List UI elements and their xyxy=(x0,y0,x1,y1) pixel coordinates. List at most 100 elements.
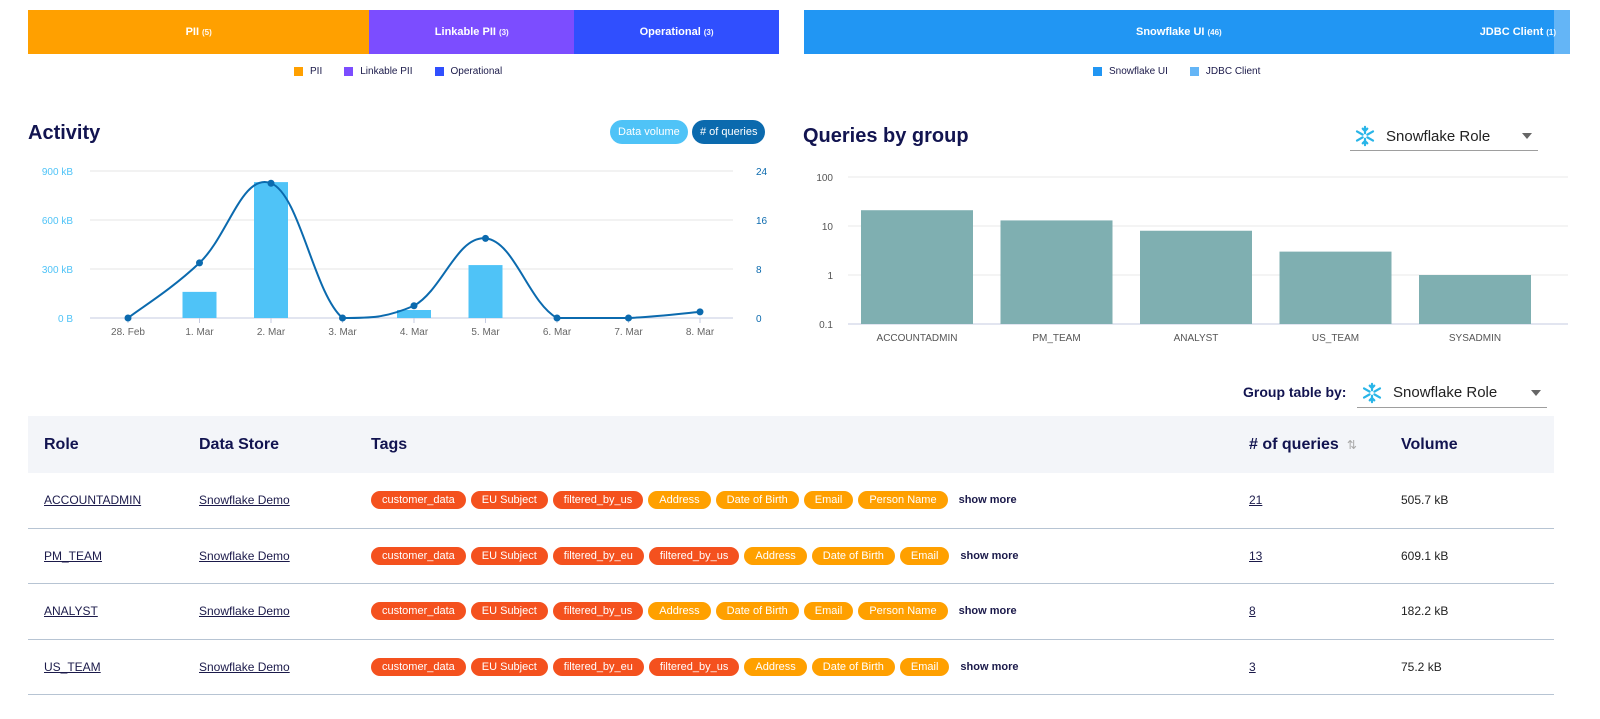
x-axis-label: 7. Mar xyxy=(614,327,643,338)
data-store-link[interactable]: Snowflake Demo xyxy=(199,604,290,618)
tag-chip[interactable]: Email xyxy=(803,491,854,510)
tag-chip[interactable]: filtered_by_us xyxy=(648,546,740,565)
client-legend: Snowflake UI JDBC Client xyxy=(1093,66,1260,77)
tag-chip[interactable]: Email xyxy=(899,546,950,565)
queries-point xyxy=(482,234,489,242)
data-store-cell: Snowflake Demo xyxy=(199,660,371,674)
tag-chip[interactable]: EU Subject xyxy=(470,657,548,676)
segment-label: Operational xyxy=(639,26,701,38)
tag-chip[interactable]: Address xyxy=(744,546,807,565)
data-store-link[interactable]: Snowflake Demo xyxy=(199,493,290,507)
queries-count-link[interactable]: 8 xyxy=(1249,604,1256,618)
show-more-link[interactable]: show more xyxy=(960,661,1018,673)
tag-chip[interactable]: Date of Birth xyxy=(715,491,799,510)
volume-cell: 75.2 kB xyxy=(1401,659,1442,674)
show-more-link[interactable]: show more xyxy=(960,550,1018,562)
group-dropdown[interactable]: Snowflake Role xyxy=(1350,122,1538,151)
tag-chip[interactable]: customer_data xyxy=(371,491,466,510)
tag-chip[interactable]: filtered_by_us xyxy=(552,602,644,621)
client-segment[interactable]: JDBC Client (1) xyxy=(1480,10,1570,54)
tags-cell: customer_data EU Subject filtered_by_eu fil… xyxy=(371,546,1249,565)
header-data-store[interactable]: Data Store xyxy=(199,436,371,454)
tag-chip[interactable]: Email xyxy=(899,657,950,676)
tag-chip[interactable]: Person Name xyxy=(858,491,948,510)
x-axis-label: US_TEAM xyxy=(1312,333,1359,344)
legend-item[interactable]: PII xyxy=(294,66,322,77)
tag-chip[interactable]: Date of Birth xyxy=(811,546,895,565)
legend-item[interactable]: Linkable PII xyxy=(344,66,413,77)
tag-chip[interactable]: Date of Birth xyxy=(715,602,799,621)
queries-count-link[interactable]: 21 xyxy=(1249,493,1262,507)
tag-chip[interactable]: Address xyxy=(648,602,711,621)
tag-chip[interactable]: Person Name xyxy=(858,602,948,621)
tag-chip[interactable]: filtered_by_eu xyxy=(552,657,644,676)
queries-point xyxy=(196,259,203,267)
queries-point xyxy=(267,179,275,187)
legend-item[interactable]: Snowflake UI xyxy=(1093,66,1168,77)
tag-chip[interactable]: Address xyxy=(744,657,807,676)
tag-chip[interactable]: filtered_by_eu xyxy=(552,546,644,565)
queries-point xyxy=(339,314,346,322)
role-link[interactable]: US_TEAM xyxy=(44,660,101,674)
y-axis-tick: 0.1 xyxy=(819,320,833,331)
segment-count: (1) xyxy=(1546,27,1557,37)
tag-chip[interactable]: customer_data xyxy=(371,546,466,565)
queries-cell: 8 xyxy=(1249,604,1401,618)
x-axis-label: 4. Mar xyxy=(400,327,429,338)
y-axis-tick: 100 xyxy=(816,173,833,184)
tags-cell: customer_data EU Subject filtered_by_us Add… xyxy=(371,602,1249,621)
header-volume[interactable]: Volume xyxy=(1401,436,1554,454)
queries-cell: 21 xyxy=(1249,493,1401,507)
tag-category-segment[interactable]: PII (5) xyxy=(28,10,370,54)
show-more-link[interactable]: show more xyxy=(959,494,1017,506)
tag-chip[interactable]: Email xyxy=(803,602,854,621)
segment-count: (46) xyxy=(1207,27,1222,37)
sort-icon[interactable]: ⇅ xyxy=(1347,438,1357,452)
x-axis-label: ANALYST xyxy=(1174,333,1219,344)
header-queries[interactable]: # of queries ⇅ xyxy=(1249,436,1401,454)
tag-chip[interactable]: Address xyxy=(648,491,711,510)
segment-count: (3) xyxy=(703,27,714,37)
legend-item[interactable]: Operational xyxy=(434,66,502,77)
snowflake-icon xyxy=(1355,125,1375,147)
client-segment[interactable]: Snowflake UI (46) xyxy=(804,10,1554,54)
queries-count-link[interactable]: 3 xyxy=(1249,660,1256,674)
tag-chip[interactable]: EU Subject xyxy=(470,602,548,621)
role-cell: ACCOUNTADMIN xyxy=(28,493,199,507)
tag-chip[interactable]: customer_data xyxy=(371,657,466,676)
header-role[interactable]: Role xyxy=(28,436,199,454)
group-table-by-label: Group table by: xyxy=(1243,384,1347,400)
tag-category-bar: PII (5) Linkable PII (3) Operational (3) xyxy=(28,10,779,54)
show-more-link[interactable]: show more xyxy=(959,605,1017,617)
data-store-link[interactable]: Snowflake Demo xyxy=(199,660,290,674)
tag-chip[interactable]: EU Subject xyxy=(470,491,548,510)
queries-count-link[interactable]: 13 xyxy=(1249,549,1262,563)
right-axis-tick: 16 xyxy=(756,216,768,227)
queries-cell: 3 xyxy=(1249,660,1401,674)
role-link[interactable]: PM_TEAM xyxy=(44,549,102,563)
volume-cell: 609.1 kB xyxy=(1401,548,1449,563)
tag-chip[interactable]: filtered_by_us xyxy=(648,657,740,676)
data-store-cell: Snowflake Demo xyxy=(199,604,371,618)
role-link[interactable]: ACCOUNTADMIN xyxy=(44,493,141,507)
tag-chip[interactable]: EU Subject xyxy=(470,546,548,565)
group-table-dropdown[interactable]: Snowflake Role xyxy=(1357,378,1547,408)
tag-category-segment[interactable]: Linkable PII (3) xyxy=(369,10,575,54)
x-axis-label: ACCOUNTADMIN xyxy=(877,333,958,344)
table-row: PM_TEAM Snowflake Demo customer_data EU Sub… xyxy=(28,529,1554,584)
tag-chip[interactable]: filtered_by_us xyxy=(552,491,644,510)
queries-count-toggle[interactable]: # of queries xyxy=(692,120,766,144)
data-volume-toggle[interactable]: Data volume xyxy=(610,120,688,144)
data-store-link[interactable]: Snowflake Demo xyxy=(199,549,290,563)
tag-chip[interactable]: customer_data xyxy=(371,602,466,621)
tag-category-legend: PII Linkable PII Operational xyxy=(294,66,502,77)
queries-point xyxy=(124,314,132,322)
legend-item[interactable]: JDBC Client xyxy=(1189,66,1260,77)
group-table-dropdown-value: Snowflake Role xyxy=(1393,384,1498,401)
table-row: US_TEAM Snowflake Demo customer_data EU Sub… xyxy=(28,640,1554,695)
role-cell: PM_TEAM xyxy=(28,549,199,563)
volume-bar xyxy=(468,265,503,318)
role-link[interactable]: ANALYST xyxy=(44,604,98,618)
tag-category-segment[interactable]: Operational (3) xyxy=(574,10,779,54)
tag-chip[interactable]: Date of Birth xyxy=(811,657,895,676)
